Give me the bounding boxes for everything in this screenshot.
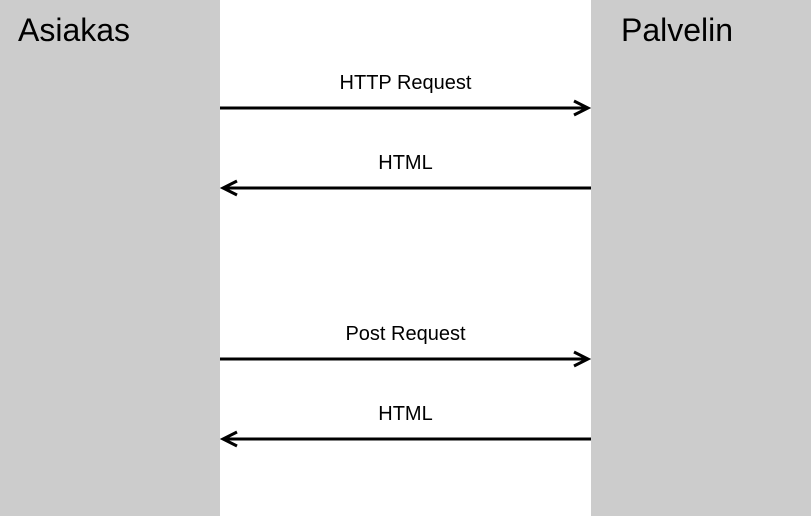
arrow-right-icon — [220, 350, 591, 368]
participant-client: Asiakas — [0, 0, 220, 516]
message-label: HTML — [220, 403, 591, 426]
participant-client-label: Asiakas — [0, 0, 220, 61]
message-post-request: Post Request — [220, 323, 591, 368]
message-html-response-1: HTML — [220, 152, 591, 197]
message-label: HTML — [220, 152, 591, 175]
message-label: HTTP Request — [220, 72, 591, 95]
message-html-response-2: HTML — [220, 403, 591, 448]
participant-server: Palvelin — [591, 0, 811, 516]
arrow-right-icon — [220, 99, 591, 117]
participant-server-label: Palvelin — [591, 0, 811, 61]
message-http-request: HTTP Request — [220, 72, 591, 117]
arrow-left-icon — [220, 430, 591, 448]
arrow-left-icon — [220, 179, 591, 197]
message-label: Post Request — [220, 323, 591, 346]
